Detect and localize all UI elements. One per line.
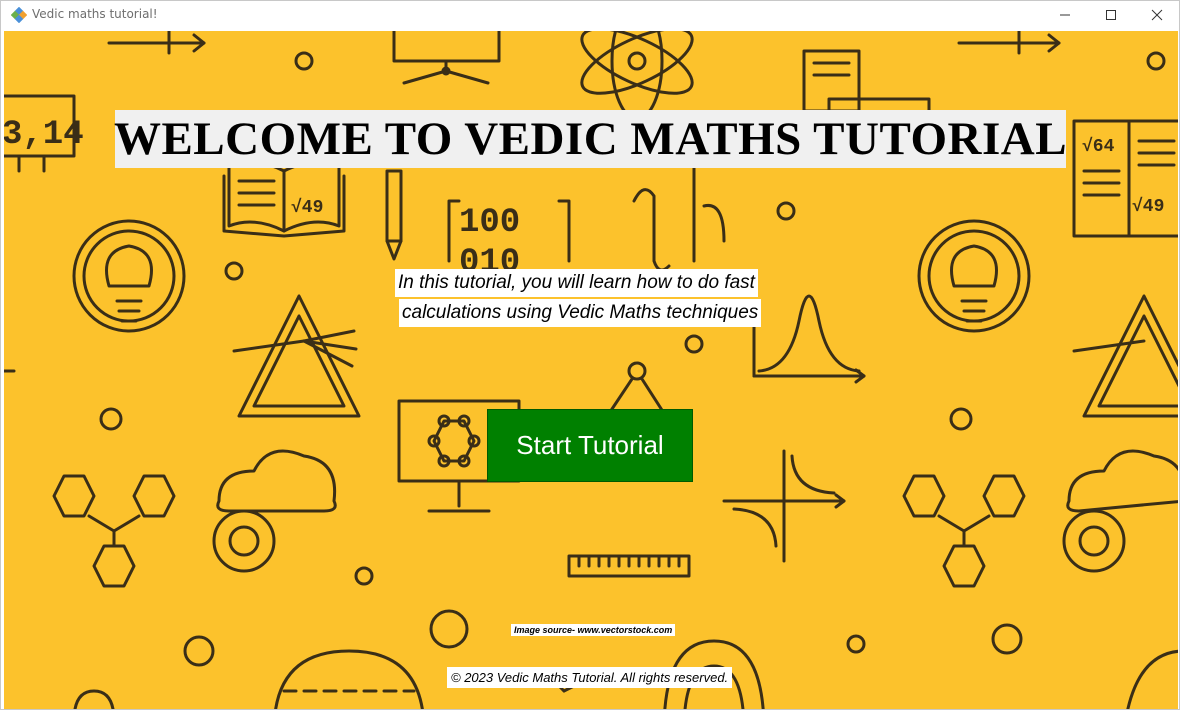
maximize-button[interactable]: [1088, 1, 1134, 29]
main-panel: 3,14 √49 100 010 √64 √49 WELCOME TO VEDI…: [4, 31, 1178, 709]
hexagons-right-icon: [902, 474, 1026, 588]
hyperbola-graph-icon: [722, 449, 846, 563]
bulb-gear-left-icon: [72, 219, 186, 333]
window-title: Vedic maths tutorial!: [32, 7, 158, 21]
bulb-gear-right-icon: [917, 219, 1031, 333]
pencil-icon: [385, 169, 403, 261]
book-left-icon: √49: [222, 160, 346, 238]
intro-text-line-1: In this tutorial, you will learn how to …: [395, 269, 758, 297]
close-icon: [1151, 9, 1163, 21]
pi-board-icon: 3,14: [4, 94, 84, 173]
start-tutorial-button[interactable]: Start Tutorial: [487, 409, 693, 482]
top-left-arrow-icon: [107, 31, 206, 55]
svg-text:3,14: 3,14: [4, 116, 84, 154]
title-bar[interactable]: Vedic maths tutorial!: [1, 1, 1179, 29]
close-button[interactable]: [1134, 1, 1179, 29]
easel-icon: [392, 31, 501, 85]
svg-text:√64: √64: [1082, 136, 1115, 157]
bell-curve-icon: [752, 294, 866, 384]
feather-diamond-icon: [11, 7, 27, 23]
minimize-button[interactable]: [1042, 1, 1088, 29]
hexagons-left-icon: [52, 474, 176, 588]
ruler-icon: [567, 554, 691, 578]
svg-text:√49: √49: [1132, 196, 1164, 217]
maximize-icon: [1106, 10, 1116, 20]
book-right-icon: √64 √49: [1072, 119, 1178, 238]
prism-left-icon: [232, 294, 361, 418]
copyright-footer: © 2023 Vedic Maths Tutorial. All rights …: [447, 667, 733, 688]
image-source-credit: Image source- www.vectorstock.com: [511, 624, 676, 636]
app-window: Vedic maths tutorial! 3,14 √49 100 010 √…: [0, 0, 1180, 710]
welcome-heading-box: WELCOME TO VEDIC MATHS TUTORIAL: [113, 110, 1068, 168]
cloud-gear-left-icon: [212, 449, 337, 573]
prism-right-icon: [1072, 294, 1178, 418]
top-right-arrow-icon: [957, 31, 1061, 55]
cloud-gear-right-icon: [1062, 449, 1178, 573]
svg-text:√49: √49: [291, 197, 323, 218]
page-title: WELCOME TO VEDIC MATHS TUTORIAL: [113, 113, 1068, 165]
atom-icon: [580, 31, 694, 121]
intro-text-line-2: calculations using Vedic Maths technique…: [399, 299, 762, 327]
minimize-icon: [1060, 14, 1070, 16]
svg-text:100: 100: [459, 204, 520, 242]
